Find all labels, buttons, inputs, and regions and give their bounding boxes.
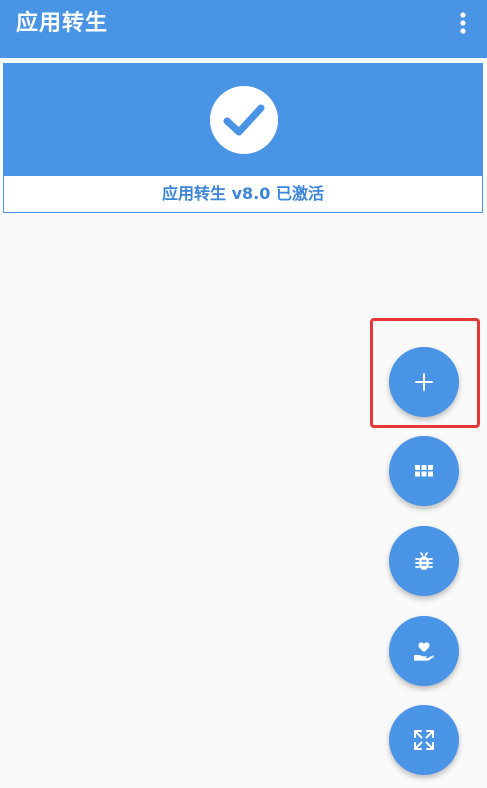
more-vert-icon	[460, 12, 466, 34]
more-options-button[interactable]	[449, 8, 477, 38]
app-bar: 应用转生	[0, 0, 487, 58]
grid-button[interactable]	[389, 436, 459, 506]
check-circle-icon	[210, 86, 278, 154]
donate-button[interactable]	[389, 616, 459, 686]
fullscreen-button[interactable]	[389, 705, 459, 775]
activation-status-text: 应用转生 v8.0 已激活	[162, 184, 324, 203]
apps-grid-icon	[415, 465, 433, 477]
debug-button[interactable]	[389, 526, 459, 596]
add-button[interactable]	[389, 347, 459, 417]
plus-icon	[415, 373, 433, 391]
status-banner	[4, 64, 482, 176]
activation-status-card: 应用转生 v8.0 已激活	[3, 63, 483, 213]
bug-icon	[415, 552, 433, 570]
app-title: 应用转生	[16, 11, 109, 36]
expand-icon	[414, 730, 434, 750]
heart-hand-icon	[414, 642, 434, 661]
